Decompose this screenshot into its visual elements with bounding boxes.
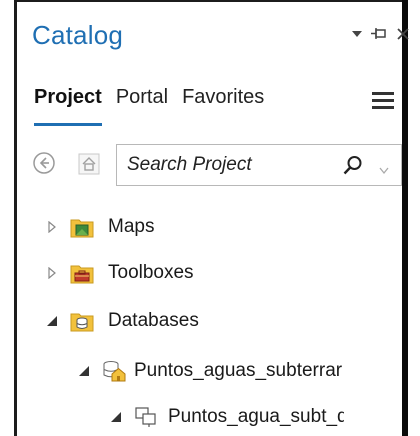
expand-arrow-icon[interactable] — [46, 221, 58, 233]
search-icon[interactable] — [343, 155, 363, 180]
collapse-arrow-icon[interactable] — [46, 315, 58, 327]
pane-title: Catalog — [32, 20, 124, 50]
tab-project[interactable]: Project — [34, 86, 102, 126]
catalog-tabs: Project Portal Favorites — [34, 86, 264, 126]
collapse-arrow-icon[interactable] — [110, 411, 122, 423]
close-icon[interactable] — [396, 27, 410, 41]
toolboxes-folder-icon — [70, 262, 94, 284]
tab-portal[interactable]: Portal — [116, 86, 168, 120]
tree-item-maps[interactable]: Maps — [46, 212, 154, 242]
feature-dataset-icon — [134, 406, 158, 428]
expand-arrow-icon[interactable] — [46, 267, 58, 279]
tree-item-feature-dataset[interactable]: Puntos_agua_subt_de — [110, 402, 344, 432]
pin-icon[interactable] — [371, 27, 387, 41]
pane-border-right — [402, 0, 408, 436]
tab-favorites[interactable]: Favorites — [182, 86, 264, 120]
tree-item-label: Maps — [108, 216, 155, 237]
collapse-arrow-icon[interactable] — [78, 365, 90, 377]
pane-border-top — [14, 0, 408, 2]
home-icon[interactable] — [64, 148, 114, 180]
menu-down-icon[interactable] — [352, 30, 362, 38]
maps-folder-icon — [70, 216, 94, 238]
search-box — [116, 144, 402, 186]
tree-item-toolboxes[interactable]: Toolboxes — [46, 258, 194, 288]
tree-item-label: Databases — [108, 310, 199, 331]
tree-item-databases[interactable]: Databases — [46, 306, 199, 336]
search-input[interactable] — [127, 145, 327, 185]
tree-item-label: Toolboxes — [108, 262, 194, 283]
geodatabase-home-icon — [102, 360, 126, 382]
tree-item-label: Puntos_aguas_subterrar — [134, 360, 343, 381]
chevron-down-icon[interactable] — [379, 162, 389, 180]
back-arrow-icon[interactable] — [33, 152, 55, 174]
pane-border-left — [14, 0, 17, 436]
tree-item-label: Puntos_agua_subt_de — [168, 406, 344, 427]
pane-controls — [352, 24, 410, 44]
databases-folder-icon — [70, 310, 94, 332]
catalog-pane: Catalog Project Portal Favorites Search … — [0, 0, 420, 436]
tree-item-geodatabase[interactable]: Puntos_aguas_subterrar — [78, 356, 366, 386]
menu-hamburger-icon[interactable] — [372, 92, 394, 110]
